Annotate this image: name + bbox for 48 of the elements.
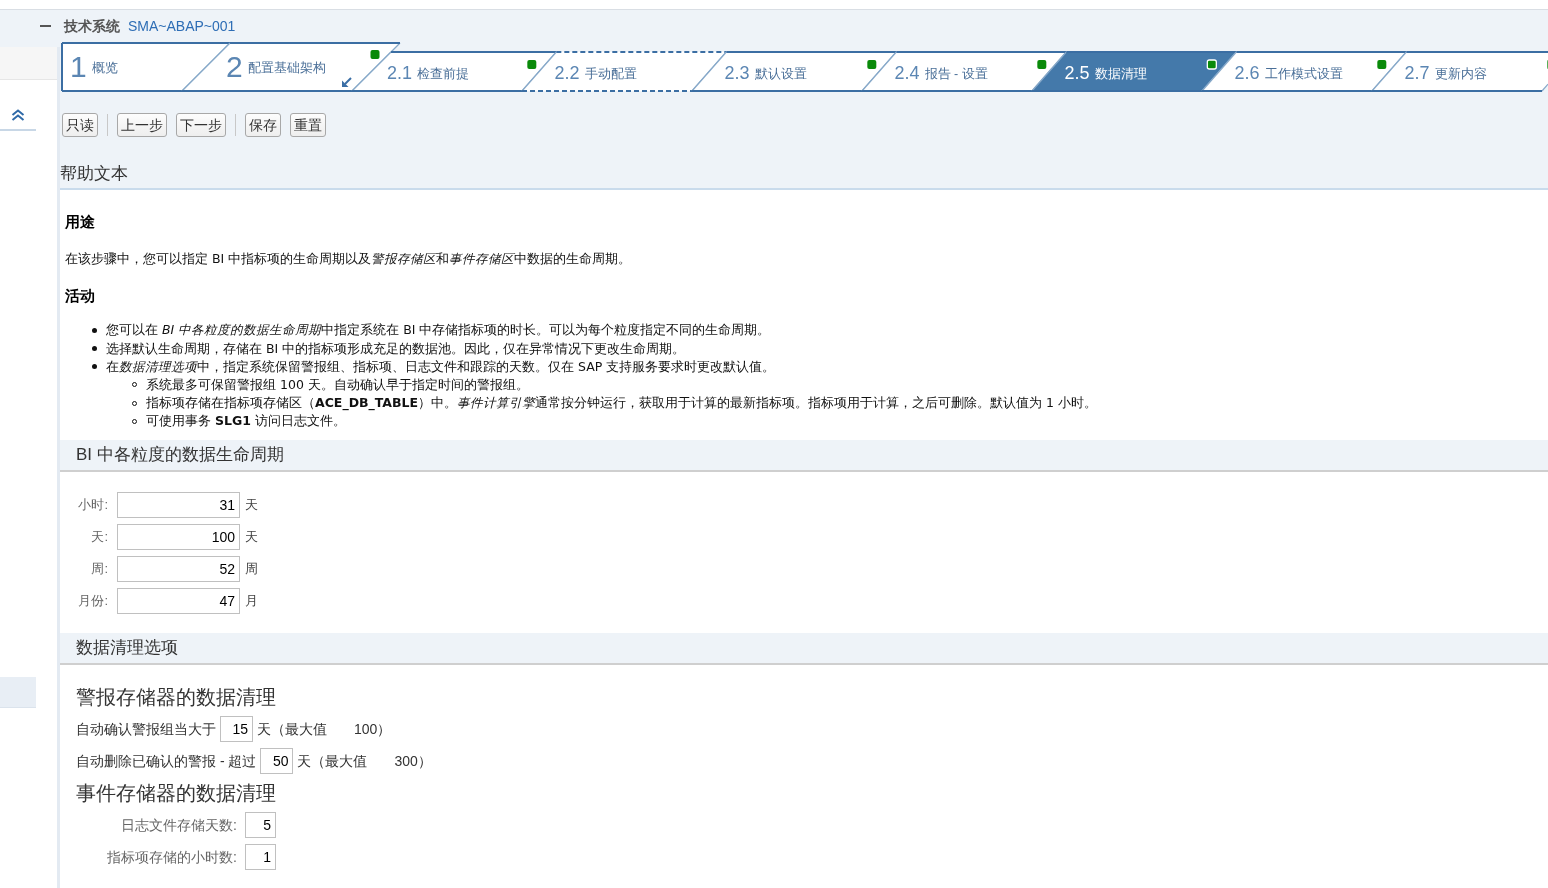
list-item-text: 可使用事务 SLG1 访问日志文件。	[146, 412, 346, 431]
sidebar-item[interactable]	[0, 677, 36, 708]
system-label: 技术系统	[64, 16, 120, 36]
list-item-text: 指标项存储在指标项存储区（ACE_DB_TABLE）中。事件计算引擎通常按分钟运行，获取用于计算的最新指标项。指标项用于计算，之后可删除。默认值为 1 小时。	[146, 394, 1097, 413]
list-item-text: 系统最多可保留警报组 100 天。自动确认早于指定时间的警报组。	[146, 375, 529, 394]
toolbar-button[interactable]: 只读	[62, 113, 98, 137]
toolbar-button[interactable]: 下一步	[176, 113, 226, 137]
subsection-title: 警报存储器的数据清理	[76, 685, 276, 710]
unit-label: 月	[245, 592, 258, 611]
unit-label: 周	[245, 560, 258, 579]
number-field[interactable]: 31	[117, 492, 240, 518]
help-heading: 活动	[65, 285, 95, 306]
field-label: 天:	[90, 528, 108, 547]
max-value-label: 300）	[394, 751, 432, 771]
number-field[interactable]: 50	[260, 748, 294, 774]
field-label: 周:	[90, 560, 108, 579]
field-label: 小时:	[77, 496, 108, 515]
number-field[interactable]: 52	[117, 556, 240, 582]
field-label: 月份:	[77, 592, 108, 611]
field-label: 指标项存储的小时数:	[106, 847, 237, 867]
list-item-text: 在数据清理选项中，指定系统保留警报组、指标项、日志文件和跟踪的天数。仅在 SAP 支持服务要求时更改默认值。	[106, 357, 776, 376]
unit-label: 天（最大值	[297, 751, 368, 771]
help-paragraph: 在该步骤中，您可以指定 BI 中指标项的生命周期以及 警报存储区和事件存储区中数据的生命周期。	[65, 249, 632, 268]
number-field[interactable]: 100	[117, 524, 240, 550]
system-link[interactable]: SMA~ABAP~001	[128, 15, 236, 37]
field-label: 日志文件存储天数:	[120, 815, 237, 835]
list-item-text: 您可以在 BI 中各粒度的数据生命周期中指定系统在 BI 中存储指标项的时长。可以为每个粒度指定不同的生命周期。	[106, 321, 771, 340]
bullet-icon	[92, 364, 97, 370]
unit-label: 天	[245, 528, 258, 547]
bullet-icon	[92, 346, 97, 352]
toolbar-button[interactable]: 保存	[245, 113, 281, 137]
unit-label: 天	[245, 496, 258, 515]
toolbar-button[interactable]: 上一步	[117, 113, 167, 137]
field-label: 自动确认警报组当大于	[76, 719, 216, 739]
unit-label: 天（最大值	[257, 719, 327, 739]
toolbar-button[interactable]: 重置	[290, 113, 326, 137]
field-label: 自动删除已确认的警报 - 超过	[76, 751, 257, 771]
subsection-title: 事件存储器的数据清理	[76, 781, 276, 806]
number-field[interactable]: 1	[245, 844, 276, 870]
list-item-text: 选择默认生命周期，存储在 BI 中的指标项形成充足的数据池。因此，仅在异常情况下更改生命周期。	[106, 339, 686, 358]
number-field[interactable]: 15	[220, 716, 253, 742]
help-heading: 用途	[65, 212, 95, 232]
wizard-step[interactable]: 2.7 更新内容	[1371, 51, 1548, 92]
number-field[interactable]: 5	[245, 812, 276, 838]
max-value-label: 100）	[354, 719, 392, 739]
double-chevron-up-icon	[11, 108, 25, 121]
bullet-icon	[92, 327, 97, 333]
number-field[interactable]: 47	[117, 588, 240, 614]
